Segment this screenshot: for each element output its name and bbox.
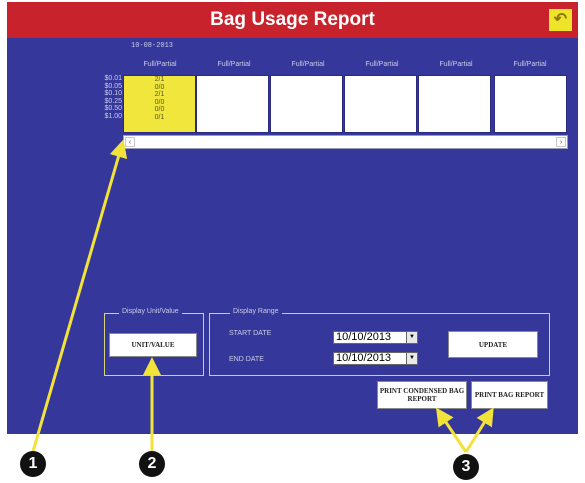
callout-arrow-3b (464, 407, 494, 453)
callout-badge: 2 (139, 451, 165, 477)
callout-arrow-1 (30, 139, 128, 456)
callout-arrows (30, 139, 494, 456)
callout-badge: 1 (20, 451, 46, 477)
callout-arrow-3a (435, 407, 468, 453)
callout-badge: 3 (453, 454, 479, 480)
